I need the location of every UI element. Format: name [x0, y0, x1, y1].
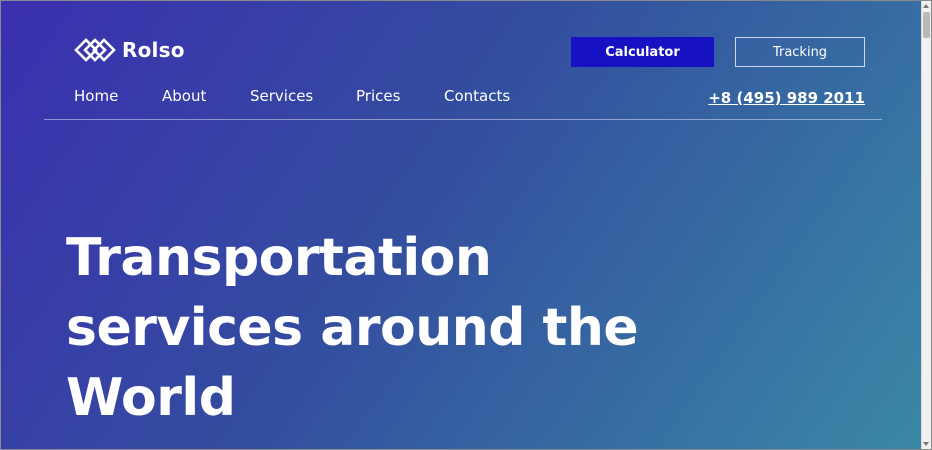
headline-line: services around the: [66, 298, 639, 358]
calculator-button[interactable]: Calculator: [571, 37, 714, 67]
hero-section: Rolso Calculator Tracking Home About Ser…: [1, 1, 922, 449]
nav-item-contacts[interactable]: Contacts: [444, 87, 510, 105]
hero-headline: Transportation services around the World: [66, 223, 706, 433]
nav-item-home[interactable]: Home: [74, 87, 118, 105]
nav-item-prices[interactable]: Prices: [356, 87, 400, 105]
headline-line: Transportation: [66, 228, 492, 288]
diamond-chain-logo-icon: [74, 36, 116, 64]
nav-item-services[interactable]: Services: [250, 87, 313, 105]
vertical-scrollbar[interactable]: [921, 1, 931, 449]
brand-name: Rolso: [122, 38, 185, 62]
tracking-button[interactable]: Tracking: [735, 37, 865, 67]
headline-line: World: [66, 368, 236, 428]
scroll-down-arrow-icon[interactable]: [923, 442, 929, 446]
phone-link[interactable]: +8 (495) 989 2011: [708, 89, 865, 107]
scroll-up-arrow-icon[interactable]: [923, 4, 929, 8]
browser-window: Rolso Calculator Tracking Home About Ser…: [0, 0, 932, 450]
scrollbar-thumb[interactable]: [923, 12, 930, 38]
brand-logo[interactable]: Rolso: [74, 36, 185, 64]
header-divider: [44, 119, 882, 120]
nav-item-about[interactable]: About: [162, 87, 206, 105]
